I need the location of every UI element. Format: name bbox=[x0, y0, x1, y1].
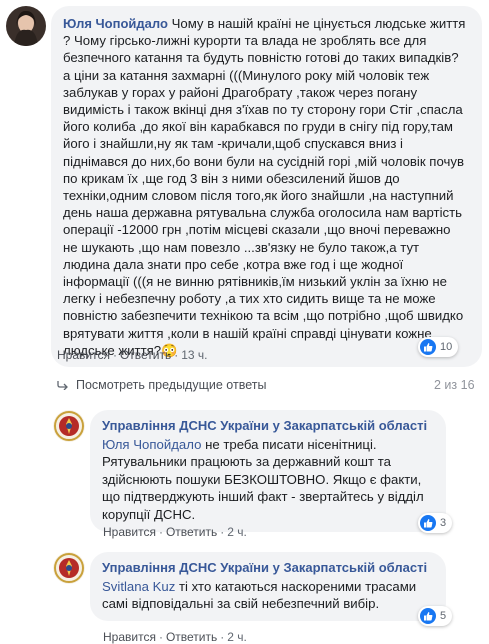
reply: Управління ДСНС України у Закарпатській … bbox=[53, 410, 446, 532]
dsns-emblem-icon bbox=[53, 410, 85, 442]
comment: Юля Чопойдало Чому в нашій країні не цін… bbox=[6, 6, 482, 368]
reply-author[interactable]: Управління ДСНС України у Закарпатській … bbox=[102, 559, 434, 577]
reply-bubble: Управління ДСНС України у Закарпатській … bbox=[90, 410, 446, 532]
comment-bubble: Юля Чопойдало Чому в нашій країні не цін… bbox=[51, 6, 482, 368]
reply-text: Управління ДСНС України у Закарпатській … bbox=[102, 417, 434, 523]
reply-link[interactable]: Ответить bbox=[166, 630, 217, 644]
view-previous-label[interactable]: Посмотреть предыдущие ответы bbox=[76, 378, 266, 392]
replies-counter: 2 из 16 bbox=[434, 378, 475, 392]
like-link[interactable]: Нравится bbox=[103, 630, 156, 644]
dsns-emblem-icon bbox=[53, 552, 85, 584]
reaction-count: 5 bbox=[440, 610, 447, 622]
reply-author[interactable]: Управління ДСНС України у Закарпатській … bbox=[102, 417, 434, 435]
reply-link[interactable]: Ответить bbox=[120, 348, 171, 362]
reply: Управління ДСНС України у Закарпатській … bbox=[53, 552, 446, 621]
timestamp[interactable]: 2 ч. bbox=[227, 630, 247, 644]
comment-body: Чому в нашій країні не цінується людське… bbox=[63, 16, 466, 358]
comment-text: Юля Чопойдало Чому в нашій країні не цін… bbox=[63, 15, 468, 359]
timestamp[interactable]: 2 ч. bbox=[227, 525, 247, 539]
reaction-count: 3 bbox=[440, 517, 447, 529]
like-link[interactable]: Нравится bbox=[103, 525, 156, 539]
comment-actions: Нравится · Ответить · 13 ч. bbox=[57, 348, 208, 362]
reaction-count: 10 bbox=[440, 341, 453, 353]
reaction-count-badge[interactable]: 10 bbox=[418, 337, 459, 357]
view-previous-replies[interactable]: Посмотреть предыдущие ответы bbox=[57, 378, 266, 392]
reply-arrow-icon bbox=[57, 380, 69, 390]
reply-text: Управління ДСНС України у Закарпатській … bbox=[102, 559, 434, 613]
comment-author[interactable]: Юля Чопойдало bbox=[63, 16, 168, 31]
avatar[interactable] bbox=[53, 552, 85, 584]
mention-link[interactable]: Svitlana Kuz bbox=[102, 579, 175, 594]
reply-bubble: Управління ДСНС України у Закарпатській … bbox=[90, 552, 446, 621]
avatar[interactable] bbox=[6, 6, 46, 46]
reply-actions: Нравится · Ответить · 2 ч. bbox=[103, 630, 247, 644]
like-link[interactable]: Нравится bbox=[57, 348, 110, 362]
mention-link[interactable]: Юля Чопойдало bbox=[102, 437, 201, 452]
thumbs-up-icon bbox=[420, 515, 436, 531]
reply-actions: Нравится · Ответить · 2 ч. bbox=[103, 525, 247, 539]
reaction-count-badge[interactable]: 5 bbox=[418, 606, 453, 626]
reaction-count-badge[interactable]: 3 bbox=[418, 513, 453, 533]
reply-link[interactable]: Ответить bbox=[166, 525, 217, 539]
avatar[interactable] bbox=[53, 410, 85, 442]
timestamp[interactable]: 13 ч. bbox=[181, 348, 207, 362]
thumbs-up-icon bbox=[420, 339, 436, 355]
thumbs-up-icon bbox=[420, 608, 436, 624]
